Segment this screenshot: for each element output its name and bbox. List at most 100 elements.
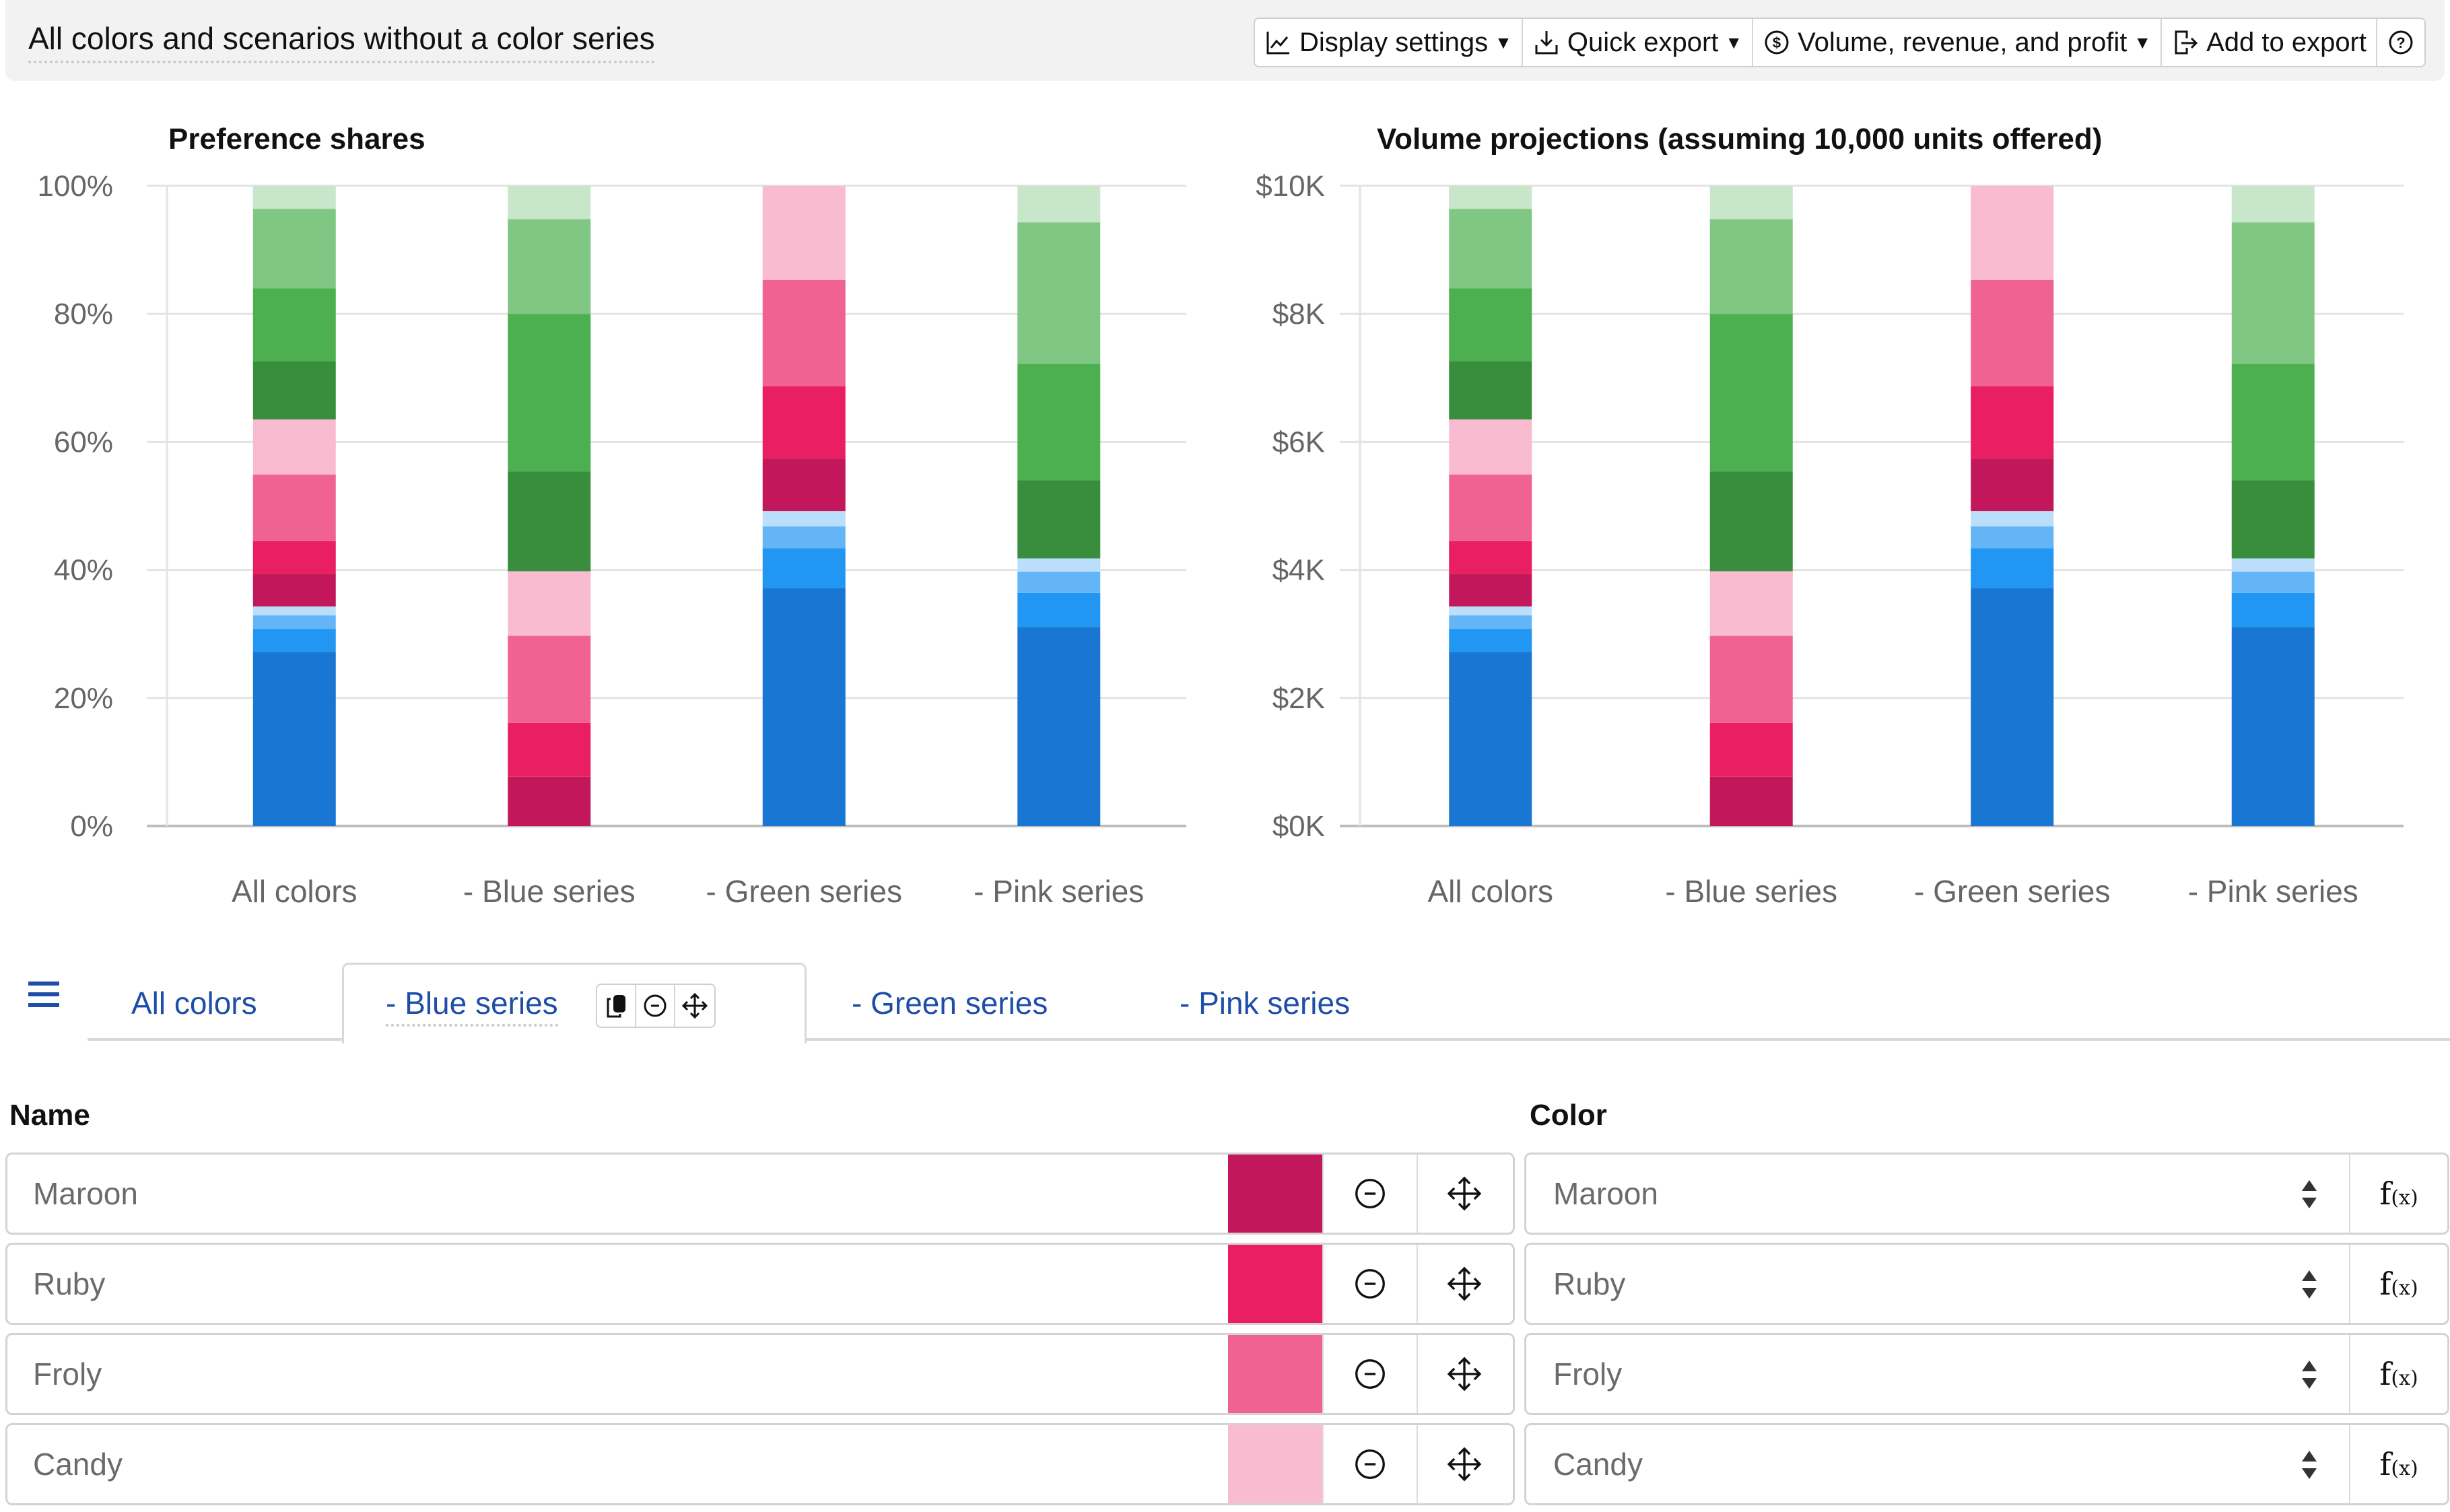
bar-segment-pale-green[interactable] — [1449, 186, 1532, 209]
color-swatch[interactable] — [1228, 1245, 1322, 1323]
color-swatch[interactable] — [1228, 1155, 1322, 1233]
bar-segment-green[interactable] — [2231, 364, 2315, 481]
bar-segment-ruby[interactable] — [1971, 386, 2054, 459]
bar-segment-light-blue[interactable] — [1971, 526, 2054, 549]
bar-segment-light-green[interactable] — [508, 219, 591, 314]
color-select[interactable]: Ruby — [1553, 1245, 1625, 1323]
bar-segment-maroon[interactable] — [1709, 776, 1793, 826]
bar-segment-light-blue[interactable] — [2231, 572, 2315, 593]
color-swatch[interactable] — [1228, 1425, 1322, 1503]
bar-segment-pale-blue[interactable] — [2231, 558, 2315, 572]
bar-segment-pale-blue[interactable] — [1017, 558, 1101, 572]
bar-segment-light-green[interactable] — [1017, 222, 1101, 364]
tab-green-series[interactable]: - Green series — [852, 963, 1048, 1041]
bar-segment-maroon[interactable] — [252, 574, 336, 607]
bar-segment-blue[interactable] — [1017, 592, 1101, 627]
bar-segment-green[interactable] — [252, 288, 336, 362]
bar-segment-blue[interactable] — [2231, 592, 2315, 627]
bar-segment-pale-green[interactable] — [252, 186, 336, 209]
bar-segment-green[interactable] — [508, 314, 591, 472]
quick-export-button[interactable]: Quick export ▼ — [1523, 19, 1754, 66]
menu-icon[interactable] — [28, 982, 59, 1008]
bar-segment-green[interactable] — [1449, 288, 1532, 362]
tab-all-colors[interactable]: All colors — [131, 963, 257, 1041]
bar-segment-pale-blue[interactable] — [1449, 606, 1532, 616]
bar-segment-candy[interactable] — [762, 186, 846, 280]
bar-segment-candy[interactable] — [508, 571, 591, 636]
remove-row-button[interactable] — [1322, 1425, 1417, 1503]
bar-segment-blue[interactable] — [1971, 548, 2054, 588]
page-title[interactable]: All colors and scenarios without a color… — [28, 20, 655, 63]
name-input[interactable]: Candy — [33, 1425, 123, 1503]
bar-segment-dark-blue[interactable] — [252, 652, 336, 826]
bar-segment-dark-green[interactable] — [252, 361, 336, 420]
bar-segment-light-blue[interactable] — [762, 526, 846, 549]
bar-segment-pale-green[interactable] — [508, 186, 591, 219]
bar-segment-dark-blue[interactable] — [2231, 627, 2315, 826]
remove-row-button[interactable] — [1322, 1335, 1417, 1413]
bar-segment-light-blue[interactable] — [252, 615, 336, 629]
bar-segment-pale-green[interactable] — [2231, 186, 2315, 223]
name-input[interactable]: Maroon — [33, 1155, 138, 1233]
bar-segment-ruby[interactable] — [508, 722, 591, 777]
bar-segment-light-green[interactable] — [1449, 209, 1532, 289]
bar-segment-dark-blue[interactable] — [1971, 588, 2054, 826]
bar-segment-maroon[interactable] — [1449, 574, 1532, 607]
bar-segment-ruby[interactable] — [1709, 722, 1793, 777]
bar-segment-dark-green[interactable] — [2231, 480, 2315, 559]
formula-button[interactable]: f(x) — [2349, 1425, 2447, 1503]
remove-row-button[interactable] — [1322, 1155, 1417, 1233]
bar-segment-pale-green[interactable] — [1709, 186, 1793, 219]
formula-button[interactable]: f(x) — [2349, 1335, 2447, 1413]
bar-segment-froly[interactable] — [1709, 635, 1793, 723]
duplicate-tab-button[interactable] — [597, 984, 636, 1027]
bar-segment-light-green[interactable] — [1709, 219, 1793, 314]
bar-segment-froly[interactable] — [1449, 474, 1532, 541]
move-tab-handle[interactable] — [675, 985, 714, 1027]
display-settings-button[interactable]: Display settings ▼ — [1255, 19, 1523, 66]
move-row-handle[interactable] — [1417, 1155, 1511, 1233]
bar-segment-pale-green[interactable] — [1017, 186, 1101, 223]
bar-segment-blue[interactable] — [252, 629, 336, 652]
bar-segment-maroon[interactable] — [762, 458, 846, 512]
bar-segment-blue[interactable] — [1449, 629, 1532, 652]
move-row-handle[interactable] — [1417, 1425, 1511, 1503]
bar-segment-light-green[interactable] — [2231, 222, 2315, 364]
formula-button[interactable]: f(x) — [2349, 1245, 2447, 1323]
bar-segment-blue[interactable] — [762, 548, 846, 588]
bar-segment-froly[interactable] — [1971, 279, 2054, 386]
bar-segment-light-green[interactable] — [252, 209, 336, 289]
bar-segment-candy[interactable] — [1449, 419, 1532, 475]
bar-segment-candy[interactable] — [1971, 186, 2054, 280]
bar-segment-ruby[interactable] — [1449, 541, 1532, 574]
name-input[interactable]: Froly — [33, 1335, 102, 1413]
formula-button[interactable]: f(x) — [2349, 1155, 2447, 1233]
bar-segment-light-blue[interactable] — [1017, 572, 1101, 593]
bar-segment-pale-blue[interactable] — [252, 606, 336, 616]
bar-segment-pale-blue[interactable] — [762, 511, 846, 526]
bar-segment-dark-green[interactable] — [1449, 361, 1532, 420]
bar-segment-light-blue[interactable] — [1449, 615, 1532, 629]
bar-segment-candy[interactable] — [252, 419, 336, 475]
bar-segment-green[interactable] — [1709, 314, 1793, 472]
bar-segment-pale-blue[interactable] — [1971, 511, 2054, 526]
bar-segment-dark-green[interactable] — [1017, 480, 1101, 559]
bar-segment-ruby[interactable] — [252, 541, 336, 574]
color-swatch[interactable] — [1228, 1335, 1322, 1413]
help-button[interactable]: ? — [2377, 19, 2424, 66]
volume-revenue-profit-dropdown[interactable]: $ Volume, revenue, and profit ▼ — [1753, 19, 2163, 66]
bar-segment-dark-green[interactable] — [508, 471, 591, 572]
add-to-export-button[interactable]: Add to export — [2162, 19, 2377, 66]
name-input[interactable]: Ruby — [33, 1245, 105, 1323]
bar-segment-froly[interactable] — [508, 635, 591, 723]
bar-segment-froly[interactable] — [762, 279, 846, 386]
bar-segment-dark-blue[interactable] — [762, 588, 846, 826]
bar-segment-dark-green[interactable] — [1709, 471, 1793, 572]
tab-label[interactable]: - Blue series — [386, 985, 558, 1027]
remove-tab-button[interactable] — [636, 984, 675, 1027]
color-select[interactable]: Candy — [1553, 1425, 1643, 1503]
remove-row-button[interactable] — [1322, 1245, 1417, 1323]
bar-segment-candy[interactable] — [1709, 571, 1793, 636]
move-row-handle[interactable] — [1417, 1335, 1511, 1413]
color-select[interactable]: Maroon — [1553, 1155, 1658, 1233]
